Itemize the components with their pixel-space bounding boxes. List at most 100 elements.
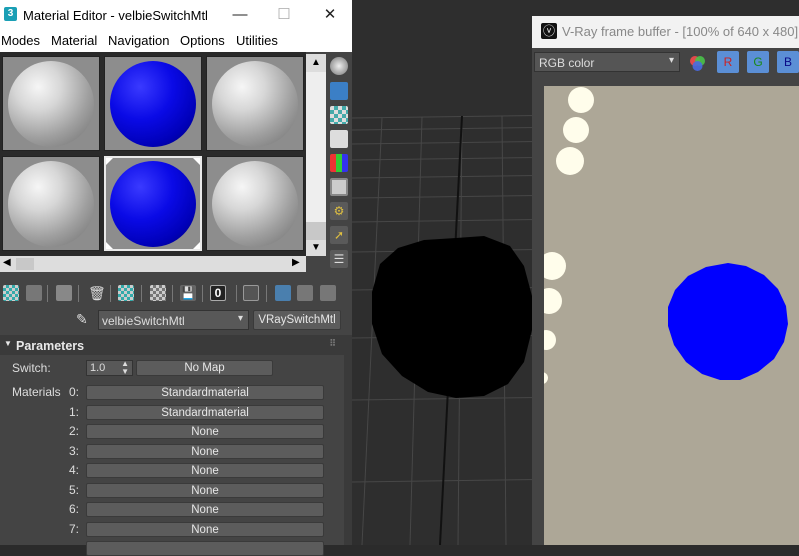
show-end-result-icon[interactable] [275, 285, 291, 301]
toolbar-separator [236, 285, 237, 302]
toolbar-separator [47, 285, 48, 302]
color-channels-icon[interactable] [688, 54, 706, 72]
slots-vscroll-down[interactable]: ▼ [306, 240, 326, 256]
render-scene [544, 87, 788, 384]
menu-material[interactable]: Material [51, 33, 97, 48]
material-slot-button[interactable]: None [86, 424, 324, 439]
scroll-right-icon[interactable]: ▶ [292, 257, 300, 268]
toolbar-separator [266, 285, 267, 302]
green-channel-button[interactable]: G [747, 51, 769, 73]
menu-utilities[interactable]: Utilities [236, 33, 278, 48]
menu-options[interactable]: Options [180, 33, 225, 48]
parameters-rollout-header[interactable]: ▼ Parameters ⠿ [0, 335, 344, 355]
slot-corner-mark [106, 158, 113, 165]
slots-hscroll-thumb[interactable] [16, 258, 34, 270]
sample-slot[interactable] [2, 56, 100, 151]
material-preview-sphere [8, 161, 94, 247]
material-slot-button[interactable]: None [86, 502, 324, 517]
menu-modes[interactable]: Modes [1, 33, 40, 48]
scroll-left-icon[interactable]: ◀ [3, 257, 11, 268]
slots-vscroll-thumb[interactable] [306, 222, 326, 240]
menu-navigation[interactable]: Navigation [108, 33, 169, 48]
minimize-button[interactable]: — [228, 4, 252, 26]
go-to-parent-icon[interactable] [297, 285, 313, 301]
toolbar-separator [202, 285, 203, 302]
material-slot-button[interactable]: Standardmaterial [86, 405, 324, 420]
blue-channel-button[interactable]: B [777, 51, 799, 73]
material-slot-button-partial[interactable] [86, 541, 324, 556]
material-toolbar: 🗑 💾 0 [0, 280, 352, 308]
material-editor-title-bar[interactable]: 3 Material Editor - velbieSwitchMtl — ☐ … [0, 0, 352, 30]
sample-slot[interactable] [206, 156, 304, 251]
switch-map-button[interactable]: No Map [136, 360, 273, 376]
make-copy-icon[interactable] [118, 285, 134, 301]
material-preview-sphere [8, 61, 94, 147]
rollout-title: Parameters [16, 339, 85, 353]
rollout-grip-icon: ⠿ [329, 338, 336, 348]
material-slot-index: 3: [69, 444, 80, 458]
vfb-title: V-Ray frame buffer - [100% of 640 x 480] [562, 24, 799, 39]
material-slot-index: 7: [69, 522, 80, 536]
vfb-title-bar[interactable]: ⓥ V-Ray frame buffer - [100% of 640 x 48… [532, 16, 799, 48]
uv-tiling-icon[interactable] [330, 130, 348, 148]
render-sphere [668, 263, 788, 380]
switch-spinner[interactable]: 1.0 ▲ ▼ [86, 360, 133, 376]
material-id-channel-icon[interactable]: 0 [210, 285, 226, 301]
put-to-scene-icon[interactable] [26, 285, 42, 301]
slot-corner-mark [106, 242, 113, 249]
put-to-library-icon[interactable]: 💾 [180, 285, 196, 301]
reset-map-icon[interactable]: 🗑 [88, 285, 106, 301]
video-color-check-icon[interactable] [330, 154, 348, 172]
material-slot-button[interactable]: None [86, 463, 324, 478]
material-preview-sphere [212, 61, 298, 147]
slots-vscroll-track[interactable] [306, 72, 326, 222]
close-button[interactable]: ✕ [318, 4, 342, 26]
backlight-icon[interactable] [330, 82, 348, 100]
maximize-button[interactable]: ☐ [272, 4, 296, 26]
get-material-icon[interactable] [3, 285, 19, 301]
options-icon[interactable]: ⚙ [330, 202, 348, 220]
material-slot-button[interactable]: None [86, 444, 324, 459]
make-preview-icon[interactable] [330, 178, 348, 196]
material-slot-index: 0: [69, 385, 80, 399]
sample-slot-selected[interactable] [104, 156, 202, 251]
channel-select[interactable]: RGB color ▾ [534, 52, 680, 72]
chevron-down-icon: ▾ [237, 313, 243, 324]
sample-slot[interactable] [206, 56, 304, 151]
parameters-scrollbar[interactable] [344, 335, 352, 545]
slot-corner-mark [193, 242, 200, 249]
material-slot-button[interactable]: None [86, 522, 324, 537]
material-name-field[interactable]: velbieSwitchMtl ▾ [98, 310, 249, 330]
sample-slot[interactable] [104, 56, 202, 151]
material-slot-button[interactable]: Standardmaterial [86, 385, 324, 400]
assign-to-selection-icon[interactable] [56, 285, 72, 301]
sample-type-icon[interactable] [330, 57, 348, 75]
material-slot-index: 4: [69, 463, 80, 477]
toolbar-separator [172, 285, 173, 302]
material-slot-index: 5: [69, 483, 80, 497]
viewport-sphere [372, 236, 532, 398]
show-shaded-material-icon[interactable] [243, 285, 259, 301]
switch-label: Switch: [12, 361, 51, 375]
toolbar-separator [141, 285, 142, 302]
spinner-arrows-icon[interactable]: ▲ ▼ [121, 360, 129, 376]
sample-slots [0, 52, 306, 256]
make-unique-icon[interactable] [150, 285, 166, 301]
select-by-material-icon[interactable]: ➚ [330, 226, 348, 244]
material-slot-index: 1: [69, 405, 80, 419]
sample-slot[interactable] [2, 156, 100, 251]
material-type-button[interactable]: VRaySwitchMtl [253, 310, 341, 330]
app-icon: 3 [4, 7, 17, 21]
toolbar-separator [110, 285, 111, 302]
red-channel-button[interactable]: R [717, 51, 739, 73]
slots-vscroll-up[interactable]: ▲ [306, 54, 326, 72]
pick-material-eyedropper-icon[interactable]: ✎ [76, 311, 88, 328]
background-checker-icon[interactable] [330, 106, 348, 124]
material-slot-button[interactable]: None [86, 483, 324, 498]
material-preview-sphere [110, 61, 196, 147]
slots-hscroll[interactable]: ◀ ▶ [0, 256, 306, 272]
go-forward-to-sibling-icon[interactable] [320, 285, 336, 301]
material-navigator-icon[interactable]: ☰ [330, 250, 348, 268]
material-name-value: velbieSwitchMtl [102, 314, 185, 328]
channel-select-value: RGB color [539, 56, 595, 70]
